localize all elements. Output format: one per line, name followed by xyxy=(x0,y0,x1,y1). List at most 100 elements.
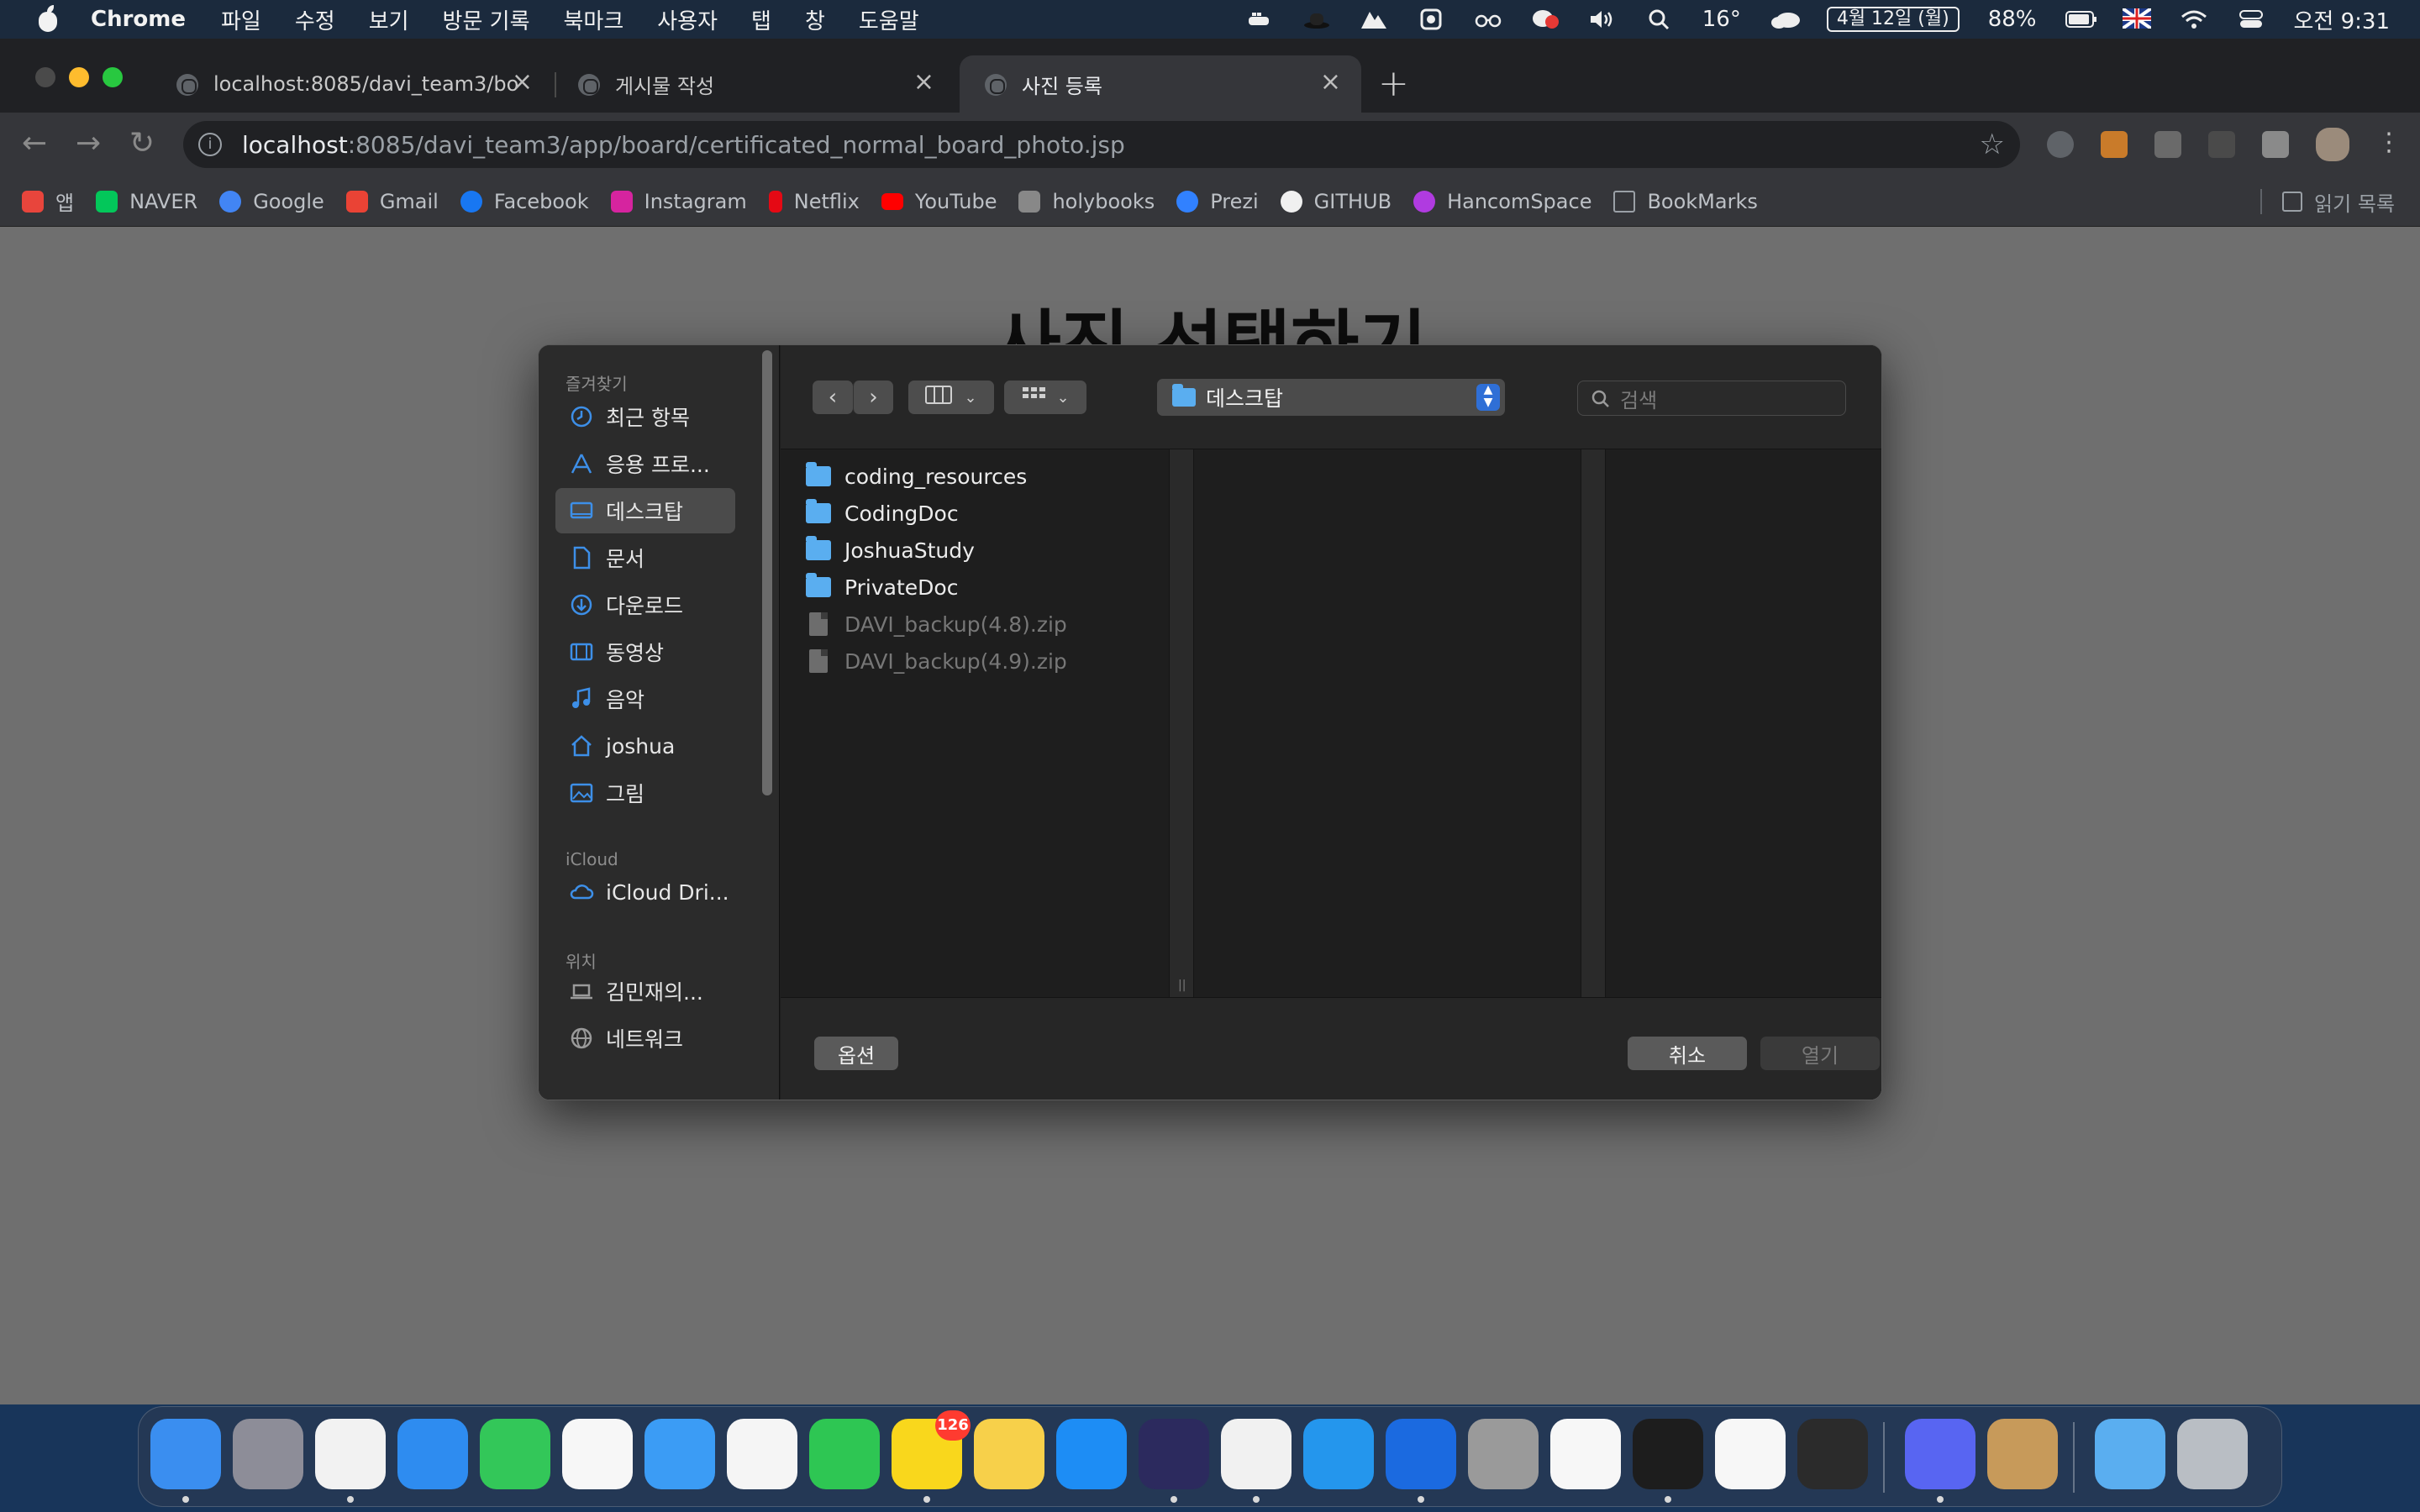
mountain-status-icon[interactable] xyxy=(1360,8,1388,30)
hat-status-icon[interactable] xyxy=(1302,8,1331,30)
column-resize-handle[interactable] xyxy=(1581,449,1606,997)
battery-icon[interactable] xyxy=(2065,8,2096,30)
dock-photos-icon[interactable] xyxy=(727,1419,797,1489)
tab-close-icon[interactable]: × xyxy=(512,67,533,97)
sidebar-item-pictures[interactable]: 그림 xyxy=(555,770,735,816)
bookmark-gmail[interactable]: Gmail xyxy=(345,190,439,213)
options-button[interactable]: 옵션 xyxy=(814,1037,898,1070)
dock-archiver-icon[interactable] xyxy=(1987,1419,2058,1489)
dock-kakaotalk-icon[interactable]: 126 xyxy=(892,1410,971,1489)
window-zoom-button[interactable] xyxy=(103,67,123,87)
dock-facetime-icon[interactable] xyxy=(809,1419,880,1489)
dock-downloads-stack-icon[interactable] xyxy=(2095,1419,2165,1489)
bookmark-youtube[interactable]: YouTube xyxy=(881,190,997,213)
column-resize-handle[interactable]: || xyxy=(1169,449,1194,997)
bookmark-google[interactable]: Google xyxy=(219,190,324,213)
reload-icon[interactable]: ↻ xyxy=(129,126,155,160)
sidebar-item-downloads[interactable]: 다운로드 xyxy=(555,582,735,627)
sidebar-item-recents[interactable]: 최근 항목 xyxy=(555,394,735,439)
pen-extension-icon[interactable] xyxy=(2154,131,2181,158)
dock-docker-icon[interactable] xyxy=(1303,1419,1374,1489)
menu-help[interactable]: 도움말 xyxy=(859,4,919,35)
volume-icon[interactable] xyxy=(1588,8,1617,30)
uk-flag-input-icon[interactable] xyxy=(2121,7,2152,30)
menu-file[interactable]: 파일 xyxy=(221,4,261,35)
folder-row-privatedoc[interactable]: PrivateDoc › xyxy=(806,569,1176,606)
folder-row-joshuastudy[interactable]: JoshuaStudy › xyxy=(806,532,1176,569)
sidebar-item-network[interactable]: 네트워크 xyxy=(555,1016,735,1061)
search-input[interactable]: 검색 xyxy=(1577,381,1846,416)
bookmark-github[interactable]: GITHUB xyxy=(1280,190,1392,213)
dock-git-helmet-icon[interactable] xyxy=(1468,1419,1539,1489)
dock-finder-icon[interactable] xyxy=(150,1419,221,1489)
menu-app-name[interactable]: Chrome xyxy=(91,7,186,32)
dock-chrome-icon[interactable] xyxy=(315,1419,386,1489)
new-tab-button[interactable]: + xyxy=(1378,62,1409,105)
profile-avatar[interactable] xyxy=(2316,128,2349,161)
puzzle-extensions-icon[interactable] xyxy=(2262,131,2289,158)
tab-localhost[interactable]: localhost:8085/davi_team3/bo × xyxy=(151,55,553,113)
dock-eclipse-icon[interactable] xyxy=(1139,1419,1209,1489)
chrome-menu-icon[interactable]: ⋮ xyxy=(2376,128,2402,157)
bookmark-holybooks[interactable]: holybooks xyxy=(1018,190,1155,213)
cancel-button[interactable]: 취소 xyxy=(1628,1037,1747,1070)
bookmark-hancomspace[interactable]: HancomSpace xyxy=(1413,190,1591,213)
monitor-status-icon[interactable] xyxy=(1417,8,1445,30)
tab-photo-upload[interactable]: 사진 등록 × xyxy=(960,55,1361,113)
wifi-icon[interactable] xyxy=(2180,8,2208,30)
dock-discord-icon[interactable] xyxy=(1905,1419,1975,1489)
menu-history[interactable]: 방문 기록 xyxy=(443,4,530,35)
bookmark-star-icon[interactable]: ☆ xyxy=(1980,128,2005,161)
address-bar[interactable]: i localhost :8085/davi_team3/app/board/c… xyxy=(183,121,2020,168)
site-info-icon[interactable]: i xyxy=(198,133,222,156)
dock-final-cut-icon[interactable] xyxy=(1797,1419,1868,1489)
tab-close-icon[interactable]: × xyxy=(913,67,934,97)
sidebar-item-music[interactable]: 음악 xyxy=(555,676,735,722)
forward-arrow-icon[interactable]: → xyxy=(76,126,101,160)
group-by-button[interactable]: ⌄ xyxy=(1004,381,1086,414)
folder-row-codingdoc[interactable]: CodingDoc › xyxy=(806,495,1176,532)
dock-notes-icon[interactable] xyxy=(974,1419,1044,1489)
dock-trash-icon[interactable] xyxy=(2177,1419,2248,1489)
dock-pycharm-icon[interactable] xyxy=(1221,1419,1292,1489)
dock-terminal-icon[interactable] xyxy=(1633,1419,1703,1489)
open-button[interactable]: 열기 xyxy=(1760,1037,1880,1070)
tab-close-icon[interactable]: × xyxy=(1320,67,1341,97)
tab-post-write[interactable]: 게시물 작성 × xyxy=(553,55,955,113)
view-mode-button[interactable]: ⌄ xyxy=(908,381,994,414)
folder-row-coding-resources[interactable]: coding_resources › xyxy=(806,458,1176,495)
forward-nav-button[interactable]: › xyxy=(853,381,893,414)
dock-slack-icon[interactable] xyxy=(1715,1419,1786,1489)
dock-messages-icon[interactable] xyxy=(480,1419,550,1489)
bookmark-naver[interactable]: NAVER xyxy=(96,190,197,213)
sidebar-item-icloud-drive[interactable]: iCloud Dri... xyxy=(555,869,735,915)
menu-window[interactable]: 창 xyxy=(805,4,825,35)
bookmark-netflix[interactable]: Netflix xyxy=(768,190,860,213)
back-nav-button[interactable]: ‹ xyxy=(813,381,853,414)
menu-view[interactable]: 보기 xyxy=(369,4,409,35)
dock-sourcetree-icon[interactable] xyxy=(1386,1419,1456,1489)
apple-menu-icon[interactable] xyxy=(37,5,59,32)
bookmark-apps[interactable]: 앱 xyxy=(22,186,74,216)
spotlight-search-icon[interactable] xyxy=(1645,8,1674,30)
dock-safari-icon[interactable] xyxy=(397,1419,468,1489)
menu-bookmarks[interactable]: 북마크 xyxy=(564,4,624,35)
recycle-extension-icon[interactable] xyxy=(2208,131,2235,158)
location-popup[interactable]: 데스크탑 ▲ ▼ xyxy=(1157,379,1505,416)
dock-mail-icon[interactable] xyxy=(644,1419,715,1489)
hammer-extension-icon[interactable] xyxy=(2101,131,2128,158)
sidebar-item-documents[interactable]: 문서 xyxy=(555,535,735,580)
bookmark-facebook[interactable]: Facebook xyxy=(460,190,589,213)
clock-time[interactable]: 오전 9:31 xyxy=(2294,4,2391,35)
sidebar-scrollbar[interactable] xyxy=(762,350,772,795)
menu-edit[interactable]: 수정 xyxy=(295,4,335,35)
sidebar-item-macbook[interactable]: 김민재의... xyxy=(555,969,735,1014)
sidebar-item-applications[interactable]: 응용 프로... xyxy=(555,441,735,486)
sidebar-item-movies[interactable]: 동영상 xyxy=(555,629,735,675)
sidebar-item-desktop[interactable]: 데스크탑 xyxy=(555,488,735,533)
globe-extension-icon[interactable] xyxy=(2047,131,2074,158)
glasses-icon[interactable] xyxy=(1474,8,1502,30)
bookmark-instagram[interactable]: Instagram xyxy=(610,190,747,213)
chat-notification-icon[interactable] xyxy=(1531,8,1560,30)
control-center-icon[interactable] xyxy=(2237,8,2265,30)
